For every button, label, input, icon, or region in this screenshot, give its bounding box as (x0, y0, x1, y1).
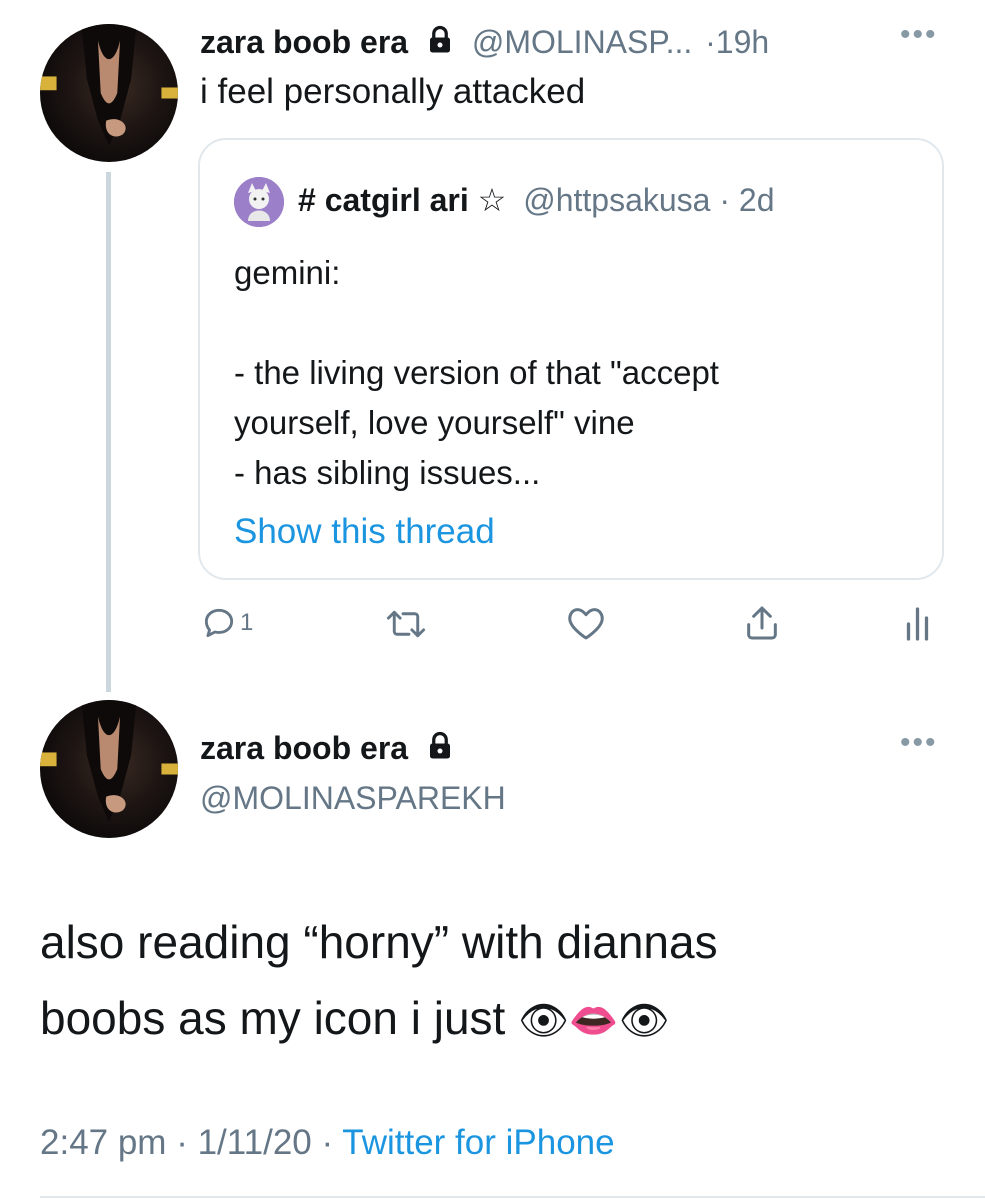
timestamp[interactable]: 2:47 pm (40, 1123, 166, 1162)
reply-icon (200, 604, 238, 642)
analytics-icon[interactable] (904, 606, 934, 642)
quoted-avatar[interactable] (234, 177, 284, 227)
retweet-icon[interactable] (384, 606, 428, 642)
quoted-handle[interactable]: @httpsakusa (523, 182, 710, 218)
lock-icon (425, 728, 455, 772)
display-name[interactable]: zara boob era (200, 24, 408, 60)
share-icon[interactable] (742, 602, 782, 644)
quoted-timestamp[interactable]: 2d (739, 182, 775, 218)
tweet-text-content: boobs as my icon i just (40, 992, 506, 1044)
emoji: 👁👄👁 (518, 999, 670, 1043)
tweet-header: zara boob era @MOLINASP... ·19h (200, 20, 769, 64)
separator: · (321, 1123, 334, 1162)
avatar[interactable] (40, 24, 178, 162)
quoted-display-name[interactable]: # catgirl ari ☆ (298, 182, 506, 218)
separator: · (176, 1123, 188, 1162)
date[interactable]: 1/11/20 (198, 1123, 312, 1162)
handle[interactable]: @MOLINASP... (472, 24, 692, 60)
avatar[interactable] (40, 700, 178, 838)
tweet-text-line: also reading “horny” with diannas (40, 916, 718, 968)
quoted-text: gemini: - the living version of that "ac… (234, 248, 719, 498)
separator: · (705, 24, 716, 60)
lock-icon (425, 22, 455, 66)
reply-button[interactable]: 1 (200, 604, 253, 642)
more-horizontal-icon[interactable]: ••• (900, 18, 938, 52)
display-name[interactable]: zara boob era (200, 730, 408, 766)
quoted-line: yourself, love yourself" vine (234, 404, 635, 441)
quoted-header: # catgirl ari ☆ @httpsakusa · 2d (298, 178, 775, 222)
tweet-meta: 2:47 pm · 1/11/20 · Twitter for iPhone (40, 1118, 615, 1168)
avatar-image (40, 24, 178, 146)
quoted-separator: · (719, 182, 731, 218)
tweet-text: i feel personally attacked (200, 72, 586, 111)
thread-line (106, 172, 111, 692)
handle[interactable]: @MOLINASPAREKH (200, 776, 506, 820)
more-horizontal-icon[interactable]: ••• (900, 726, 938, 760)
show-thread-link[interactable]: Show this thread (234, 510, 495, 554)
like-icon[interactable] (566, 604, 606, 642)
divider (40, 1196, 985, 1198)
quoted-line: - the living version of that "accept (234, 354, 719, 391)
quoted-line: gemini: (234, 254, 341, 291)
tweet-text-line: boobs as my icon i just 👁👄👁 (40, 980, 718, 1059)
author-header: zara boob era (200, 726, 455, 772)
timestamp[interactable]: 19h (716, 24, 769, 60)
avatar-image (40, 700, 178, 822)
reply-count: 1 (240, 609, 254, 636)
source-link[interactable]: Twitter for iPhone (342, 1123, 614, 1162)
tweet-text: also reading “horny” with diannas boobs … (40, 904, 718, 1059)
quoted-line: - has sibling issues... (234, 454, 541, 491)
